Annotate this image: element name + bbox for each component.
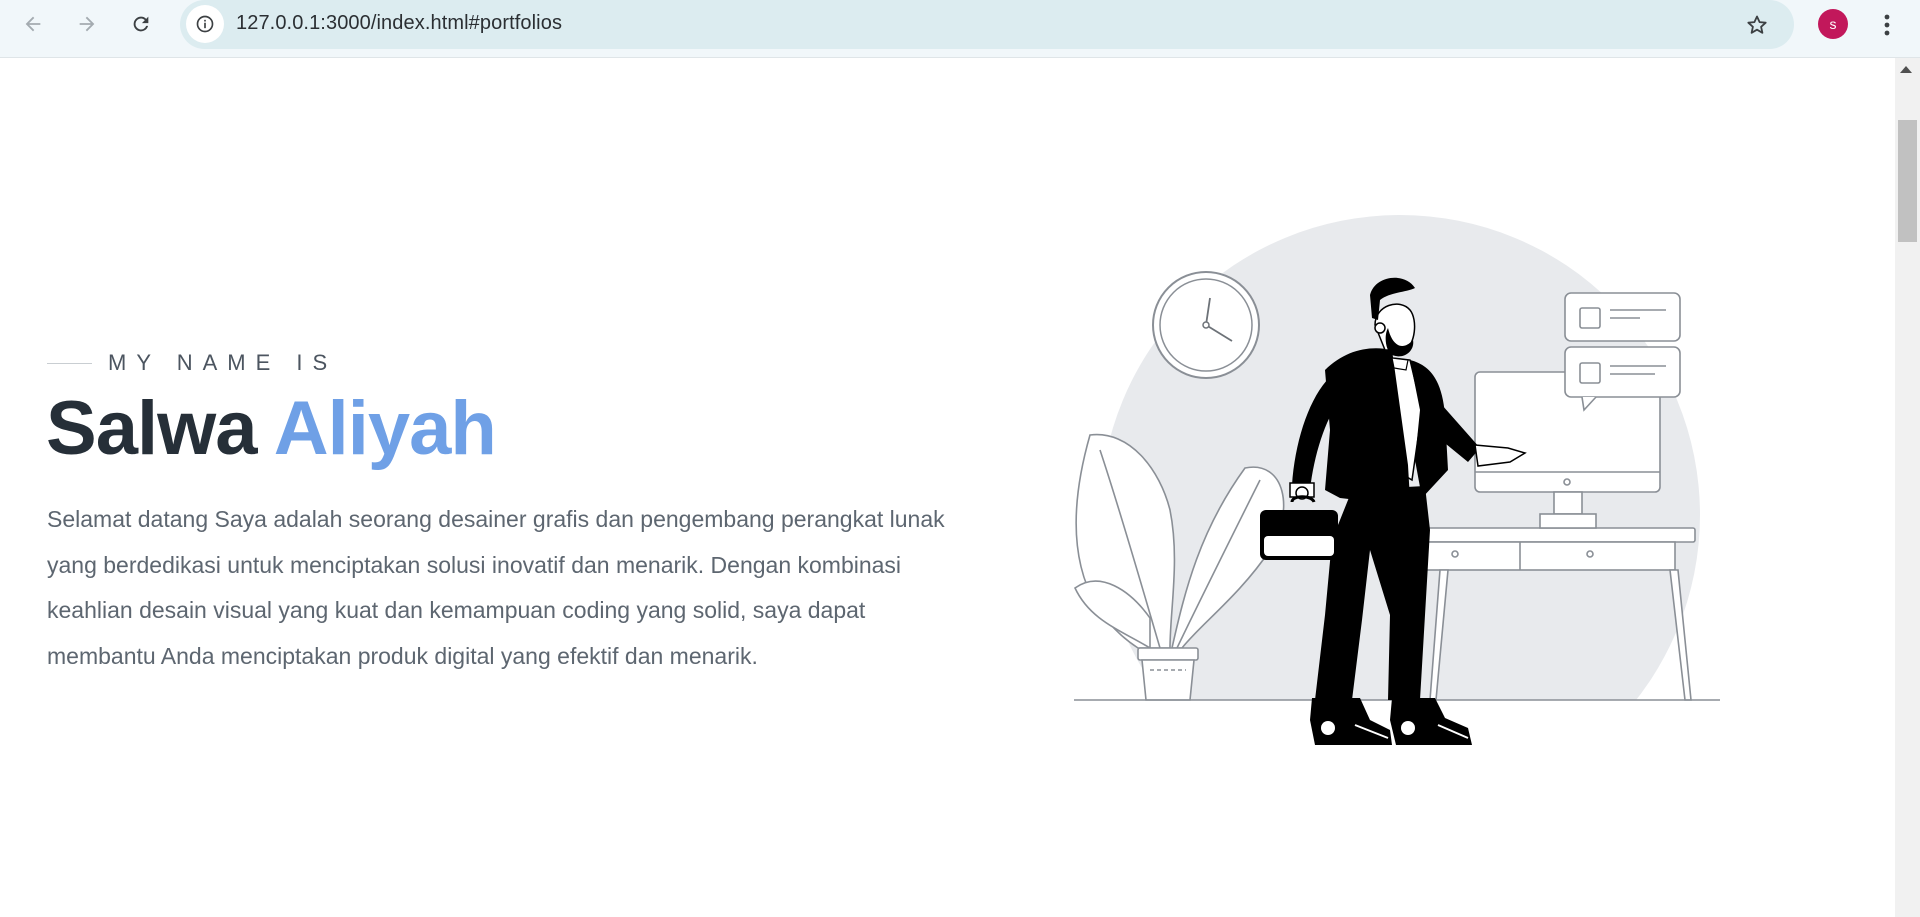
reload-icon xyxy=(133,16,149,32)
forward-button[interactable] xyxy=(70,7,104,41)
browser-toolbar: 127.0.0.1:3000/index.html#portfolios s xyxy=(0,0,1920,58)
reload-button[interactable] xyxy=(124,7,158,41)
scrollbar-thumb[interactable] xyxy=(1898,120,1917,242)
hero-first-name: Salwa xyxy=(46,386,257,471)
eyebrow-text: MY NAME IS xyxy=(108,350,338,375)
address-bar[interactable]: 127.0.0.1:3000/index.html#portfolios xyxy=(180,0,1794,49)
clock-icon xyxy=(1152,271,1260,379)
hero-description: Selamat datang Saya adalah seorang desai… xyxy=(47,506,945,669)
scroll-up-arrow-icon[interactable] xyxy=(1900,66,1912,73)
star-icon[interactable] xyxy=(1740,8,1774,42)
chat-bubble-icon xyxy=(1564,292,1681,412)
url-text[interactable]: 127.0.0.1:3000/index.html#portfolios xyxy=(236,12,562,35)
kebab-menu-icon[interactable] xyxy=(1872,8,1902,42)
back-button[interactable] xyxy=(16,7,50,41)
eyebrow-divider xyxy=(47,362,92,364)
arrow-left-icon xyxy=(25,16,41,32)
info-icon[interactable] xyxy=(186,5,224,43)
hero-illustration xyxy=(1070,215,1730,755)
hero-name: Salwa Aliyah xyxy=(46,385,497,472)
hero-eyebrow: MY NAME IS xyxy=(47,350,337,376)
profile-avatar[interactable]: s xyxy=(1818,9,1848,39)
arrow-right-icon xyxy=(79,16,95,32)
hero-last-name: Aliyah xyxy=(273,386,497,471)
